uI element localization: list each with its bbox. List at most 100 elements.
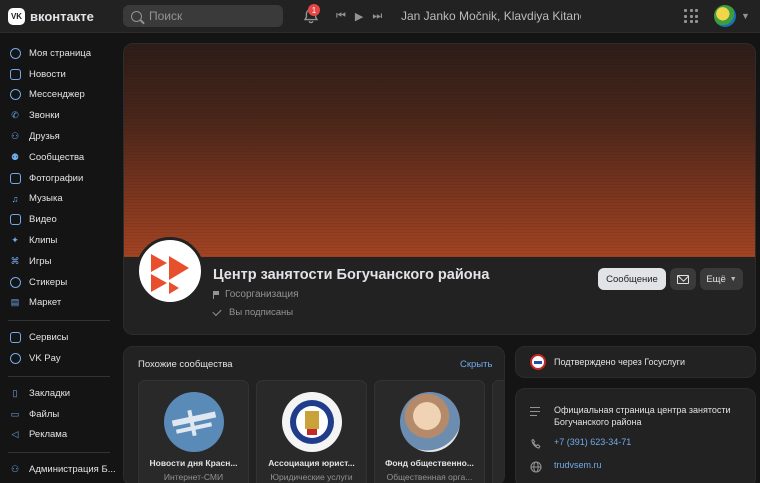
sidebar-item[interactable]: ⚇ Друзья — [0, 126, 118, 147]
gosuslugi-verified[interactable]: Подтверждено через Госуслуги — [515, 346, 756, 378]
hide-link[interactable]: Скрыть — [460, 359, 492, 370]
community-card[interactable]: Ассоциация юрист... Юридические услуги — [256, 380, 367, 483]
sidebar-item-label: Игры — [29, 255, 52, 267]
sidebar-item-label: Моя страница — [29, 47, 92, 59]
play-icon[interactable]: ▶ — [355, 10, 363, 23]
community-header: Центр занятости Богучанского района Госо… — [123, 43, 756, 335]
sidebar-item-label: Видео — [29, 214, 57, 226]
sidebar-item-label: VK Pay — [29, 353, 61, 365]
gosuslugi-icon — [530, 354, 546, 370]
user-avatar[interactable] — [714, 5, 736, 27]
video-icon — [9, 214, 21, 226]
sidebar-item-label: Файлы — [29, 408, 60, 420]
news-icon — [9, 68, 21, 80]
community-category: Госорганизация — [213, 289, 299, 300]
sidebar-item[interactable]: Видео — [0, 209, 118, 230]
phone-link[interactable]: +7 (391) 623-34-71 — [554, 437, 631, 447]
notification-badge: 1 — [308, 4, 320, 16]
chevron-down-icon[interactable]: ▼ — [741, 11, 750, 21]
message-button[interactable]: Сообщение — [598, 268, 666, 290]
sidebar-item[interactable]: ▯ Закладки — [0, 383, 118, 404]
chevron-down-icon: ▼ — [729, 275, 737, 283]
left-sidebar: Моя страница Новости Мессенджер ✆ Звонки ⚇ Дру… — [0, 43, 118, 480]
community-info: Официальная страница центра занятости Бо… — [515, 388, 756, 483]
vk-logo-text: вконтакте — [30, 9, 94, 24]
sidebar-item-label: Мессенджер — [29, 89, 85, 101]
community-card[interactable]: Новости дня Красн... Интернет-СМИ — [138, 380, 249, 483]
search-input[interactable] — [149, 9, 269, 23]
info-description-row: Официальная страница центра занятости Бо… — [530, 405, 734, 428]
community-logo — [151, 254, 189, 294]
community-card-name: Ассоциация юрист... — [268, 458, 355, 468]
emblem-icon — [289, 400, 334, 444]
vk-logo[interactable]: VK вконтакте — [8, 8, 94, 25]
sidebar-item[interactable]: Новости — [0, 64, 118, 85]
previous-track-icon[interactable]: ⏮ — [336, 10, 346, 23]
sidebar-item[interactable]: ✆ Звонки — [0, 105, 118, 126]
globe-icon — [530, 461, 542, 473]
section-title: Похожие сообщества — [138, 359, 233, 370]
community-card-avatar — [399, 392, 460, 452]
airplane-icon — [171, 409, 216, 437]
search-icon — [131, 10, 142, 22]
search-box[interactable] — [123, 5, 283, 27]
sidebar-divider — [8, 452, 110, 454]
apps-grid-icon[interactable] — [684, 9, 698, 23]
sidebar-item[interactable]: Мессенджер — [0, 85, 118, 106]
community-card-name: Фонд общественно... — [385, 458, 474, 468]
sidebar-item[interactable]: Фотографии — [0, 168, 118, 189]
sidebar-item[interactable]: ⌘ Игры — [0, 251, 118, 272]
sidebar-item-label: Реклама — [29, 429, 68, 441]
sidebar-item-label: Друзья — [29, 131, 60, 143]
sidebar-item[interactable]: Стикеры — [0, 272, 118, 293]
subscription-status[interactable]: Вы подписаны — [212, 306, 294, 318]
sidebar-item-label: Клипы — [29, 235, 58, 247]
community-card-type: Интернет-СМИ — [163, 472, 224, 482]
now-playing-track[interactable]: Jan Janko Močnik, Klavdiya Kitanova — ..… — [401, 9, 581, 23]
community-avatar[interactable] — [136, 237, 204, 305]
sidebar-item-label: Звонки — [29, 110, 60, 122]
sidebar-item[interactable]: ⚉ Сообщества — [0, 147, 118, 168]
music-icon: ♫ — [11, 193, 19, 204]
community-card-partial[interactable] — [492, 380, 504, 483]
sidebar-item[interactable]: ▭ Файлы — [0, 404, 118, 425]
community-card-name: Новости дня Красн... — [149, 458, 238, 468]
subscribed-label: Вы подписаны — [229, 307, 294, 318]
user-icon — [9, 47, 21, 59]
sidebar-item[interactable]: ▤ Маркет — [0, 293, 118, 314]
message-icon — [9, 89, 21, 101]
page-title: Центр занятости Богучанского района — [213, 267, 490, 283]
similar-communities: Похожие сообщества Скрыть Новости дня Кр… — [123, 346, 505, 483]
megaphone-icon: ◁ — [11, 429, 19, 440]
sidebar-divider — [8, 375, 110, 377]
sidebar-item[interactable]: Моя страница — [0, 43, 118, 64]
gamepad-icon: ⌘ — [10, 255, 20, 266]
sidebar-item[interactable]: ◁ Реклама — [0, 425, 118, 446]
category-label: Госорганизация — [225, 289, 299, 300]
sidebar-divider — [8, 320, 110, 322]
envelope-icon — [677, 274, 689, 284]
next-track-icon[interactable]: ⏭ — [372, 10, 382, 23]
sidebar-item-label: Закладки — [29, 387, 71, 399]
sidebar-item[interactable]: ⚇ Администрация Б... — [0, 459, 118, 480]
more-button[interactable]: Ещё ▼ — [700, 268, 743, 290]
sidebar-item-label: Фотографии — [29, 172, 84, 184]
sidebar-item[interactable]: Сервисы — [0, 327, 118, 348]
sticker-icon — [9, 276, 21, 288]
community-card-type: Юридические услуги — [270, 472, 353, 482]
sidebar-item[interactable]: ✦ Клипы — [0, 230, 118, 251]
top-bar: VK вконтакте 1 ⏮ ▶ ⏭ Jan Janko Močnik, K… — [0, 0, 760, 33]
sidebar-item[interactable]: ♫ Музыка — [0, 189, 118, 210]
community-card[interactable]: Фонд общественно... Общественная орга... — [374, 380, 485, 483]
flag-icon — [213, 290, 220, 299]
notifications-mail-button[interactable] — [670, 268, 696, 290]
sidebar-item-label: Музыка — [29, 193, 63, 205]
market-icon: ▤ — [10, 297, 20, 308]
description-icon — [530, 406, 542, 418]
communities-icon: ⚉ — [10, 151, 20, 162]
vk-logo-icon: VK — [8, 8, 25, 25]
sidebar-item[interactable]: VK Pay — [0, 348, 118, 369]
website-link[interactable]: trudvsem.ru — [554, 460, 602, 470]
sidebar-item-label: Маркет — [29, 297, 62, 309]
bookmark-icon: ▯ — [12, 387, 18, 398]
